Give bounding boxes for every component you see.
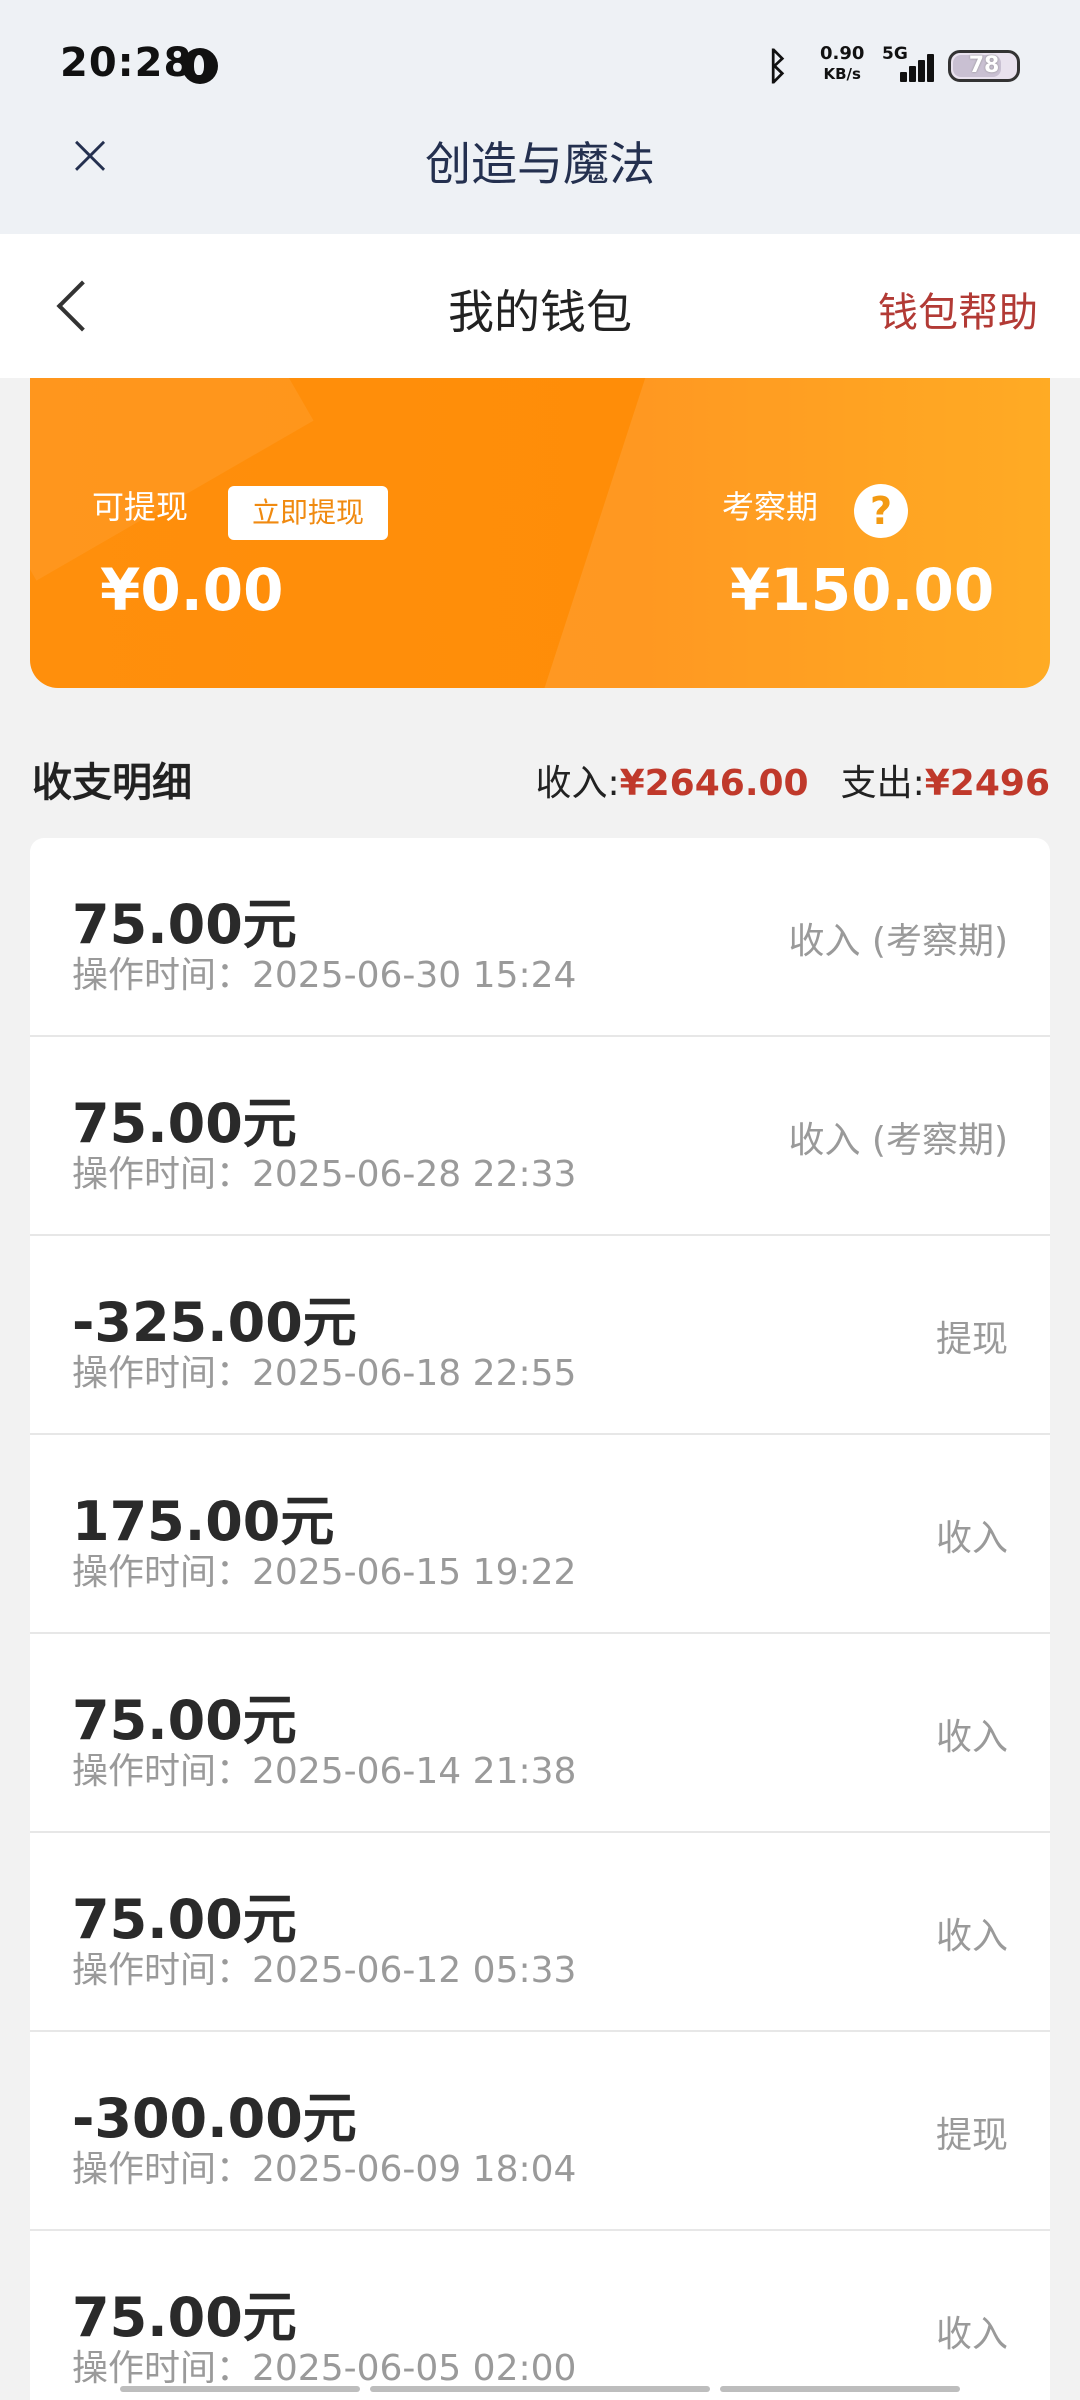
income-expense-summary: 收入:¥2646.00 支出:¥2496 bbox=[535, 754, 1050, 806]
signal-icon bbox=[896, 50, 940, 82]
app-title: 创造与魔法 bbox=[425, 137, 655, 191]
bottom-scroll-indicator bbox=[120, 2386, 960, 2392]
battery-icon: 78 bbox=[948, 50, 1020, 82]
transaction-type: 提现 bbox=[935, 2115, 1008, 2156]
transaction-row[interactable]: -300.00元 操作时间：2025-06-09 18:04 提现 bbox=[30, 2032, 1050, 2231]
transaction-time: 操作时间：2025-06-05 02:00 bbox=[72, 2348, 577, 2389]
transaction-type: 收入 bbox=[935, 1717, 1008, 1758]
transaction-row[interactable]: 75.00元 操作时间：2025-06-14 21:38 收入 bbox=[30, 1634, 1050, 1833]
transaction-type: 收入 bbox=[935, 1518, 1008, 1559]
transaction-type: 收入 bbox=[935, 1916, 1008, 1957]
network-speed-unit: KB/s bbox=[823, 65, 861, 83]
status-bar: 20:28 ᛒ 0.90 KB/s 5G 78 bbox=[0, 0, 1080, 130]
income-amount: ¥2646.00 bbox=[619, 763, 809, 804]
card-decoration bbox=[30, 378, 314, 581]
transaction-time: 操作时间：2025-06-14 21:38 bbox=[72, 1751, 577, 1792]
transaction-type: 收入 bbox=[935, 2314, 1008, 2355]
probation-amount: ¥150.00 bbox=[730, 556, 995, 624]
transaction-type: 提现 bbox=[935, 1319, 1008, 1360]
status-time: 20:28 bbox=[60, 40, 193, 86]
transaction-time: 操作时间：2025-06-15 19:22 bbox=[72, 1552, 577, 1593]
wallet-help-link[interactable]: 钱包帮助 bbox=[878, 280, 1038, 338]
app-notification-icon bbox=[182, 48, 218, 84]
transaction-row[interactable]: 75.00元 操作时间：2025-06-28 22:33 收入 (考察期) bbox=[30, 1037, 1050, 1236]
transaction-type: 收入 (考察期) bbox=[788, 1120, 1008, 1161]
top-area: 20:28 ᛒ 0.90 KB/s 5G 78 × 创造与魔法 bbox=[0, 0, 1080, 234]
transaction-row[interactable]: 75.00元 操作时间：2025-06-05 02:00 收入 bbox=[30, 2231, 1050, 2400]
transaction-row[interactable]: 75.00元 操作时间：2025-06-12 05:33 收入 bbox=[30, 1833, 1050, 2032]
card-decoration bbox=[521, 378, 1050, 688]
battery-level: 78 bbox=[968, 53, 1000, 78]
nav-header: 我的钱包 钱包帮助 bbox=[0, 234, 1080, 378]
withdraw-now-button[interactable]: 立即提现 bbox=[228, 486, 388, 540]
withdrawable-label: 可提现 bbox=[92, 488, 189, 526]
section-title: 收支明细 bbox=[32, 760, 192, 806]
transaction-row[interactable]: -325.00元 操作时间：2025-06-18 22:55 提现 bbox=[30, 1236, 1050, 1435]
income-label: 收入: bbox=[535, 763, 620, 804]
transaction-time: 操作时间：2025-06-09 18:04 bbox=[72, 2149, 577, 2190]
transaction-row[interactable]: 75.00元 操作时间：2025-06-30 15:24 收入 (考察期) bbox=[30, 838, 1050, 1037]
transaction-row[interactable]: 175.00元 操作时间：2025-06-15 19:22 收入 bbox=[30, 1435, 1050, 1634]
transaction-type: 收入 (考察期) bbox=[788, 921, 1008, 962]
withdrawable-amount: ¥0.00 bbox=[100, 556, 284, 624]
wallet-balance-card: 可提现 立即提现 ¥0.00 考察期 ? ¥150.00 bbox=[30, 378, 1050, 688]
network-speed: 0.90 KB/s bbox=[820, 44, 864, 84]
expense-label: 支出: bbox=[840, 763, 925, 804]
network-speed-value: 0.90 bbox=[820, 43, 865, 64]
bluetooth-icon: ᛒ bbox=[766, 44, 789, 88]
transaction-time: 操作时间：2025-06-30 15:24 bbox=[72, 955, 577, 996]
transaction-time: 操作时间：2025-06-12 05:33 bbox=[72, 1950, 577, 1991]
question-help-icon[interactable]: ? bbox=[854, 484, 908, 538]
probation-label: 考察期 bbox=[722, 488, 819, 526]
transaction-time: 操作时间：2025-06-18 22:55 bbox=[72, 1353, 577, 1394]
expense-amount: ¥2496 bbox=[924, 763, 1050, 804]
transaction-time: 操作时间：2025-06-28 22:33 bbox=[72, 1154, 577, 1195]
transaction-list[interactable]: 75.00元 操作时间：2025-06-30 15:24 收入 (考察期) 75.00… bbox=[30, 838, 1050, 2400]
